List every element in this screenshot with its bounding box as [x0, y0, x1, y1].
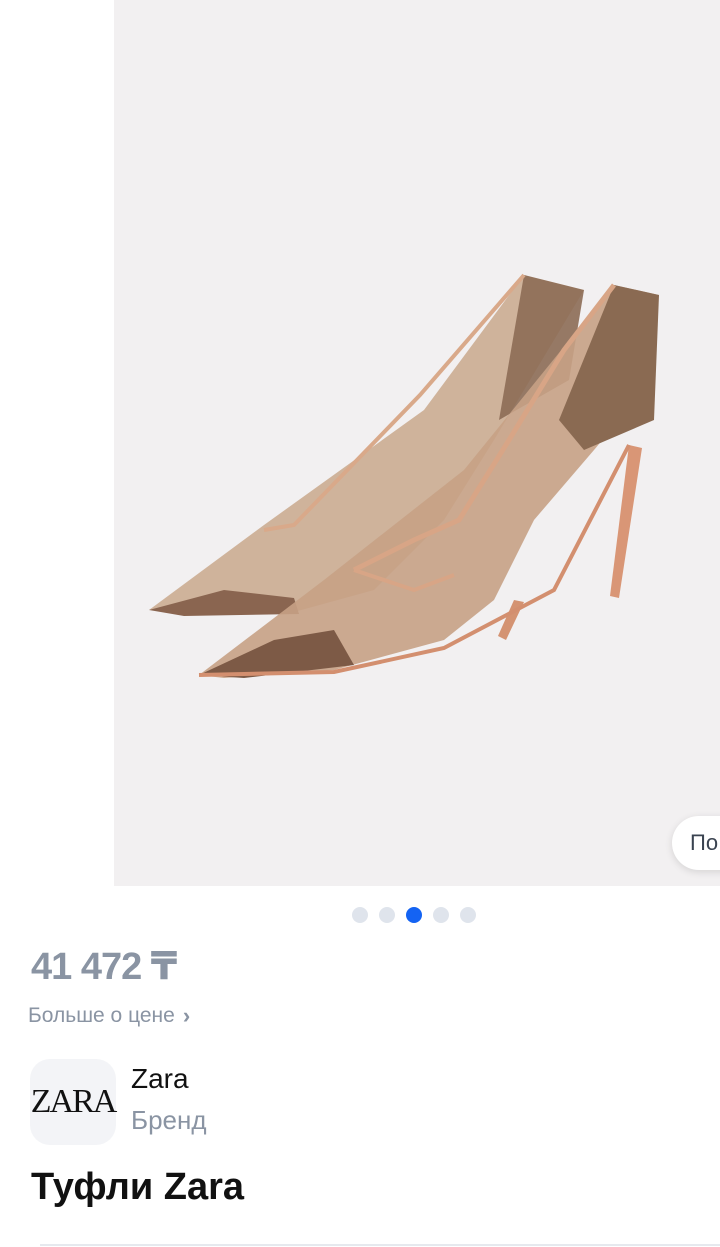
gallery-dot[interactable] — [352, 907, 368, 923]
more-price-label: Больше о цене — [28, 1004, 175, 1027]
brand-logo-text: ZARA — [30, 1083, 118, 1120]
gallery-pagination — [352, 907, 476, 923]
product-price: 41 472 ₸ — [31, 946, 177, 988]
shoe-illustration — [149, 273, 659, 678]
gallery-dot[interactable] — [460, 907, 476, 923]
brand-name[interactable]: Zara — [131, 1063, 189, 1095]
chevron-right-icon: › — [182, 1003, 191, 1028]
more-price-link[interactable]: Больше о цене › — [28, 1003, 190, 1029]
brand-subtitle: Бренд — [131, 1105, 207, 1135]
gallery-dot[interactable] — [379, 907, 395, 923]
divider — [40, 1244, 720, 1246]
ask-chip[interactable]: По — [672, 816, 720, 870]
brand-logo[interactable]: ZARA — [30, 1059, 118, 1145]
gallery-dot-active[interactable] — [406, 907, 422, 923]
product-title: Туфли Zara — [31, 1166, 245, 1208]
product-photo[interactable] — [114, 0, 720, 886]
image-gallery[interactable]: По — [0, 0, 720, 886]
gallery-dot[interactable] — [433, 907, 449, 923]
